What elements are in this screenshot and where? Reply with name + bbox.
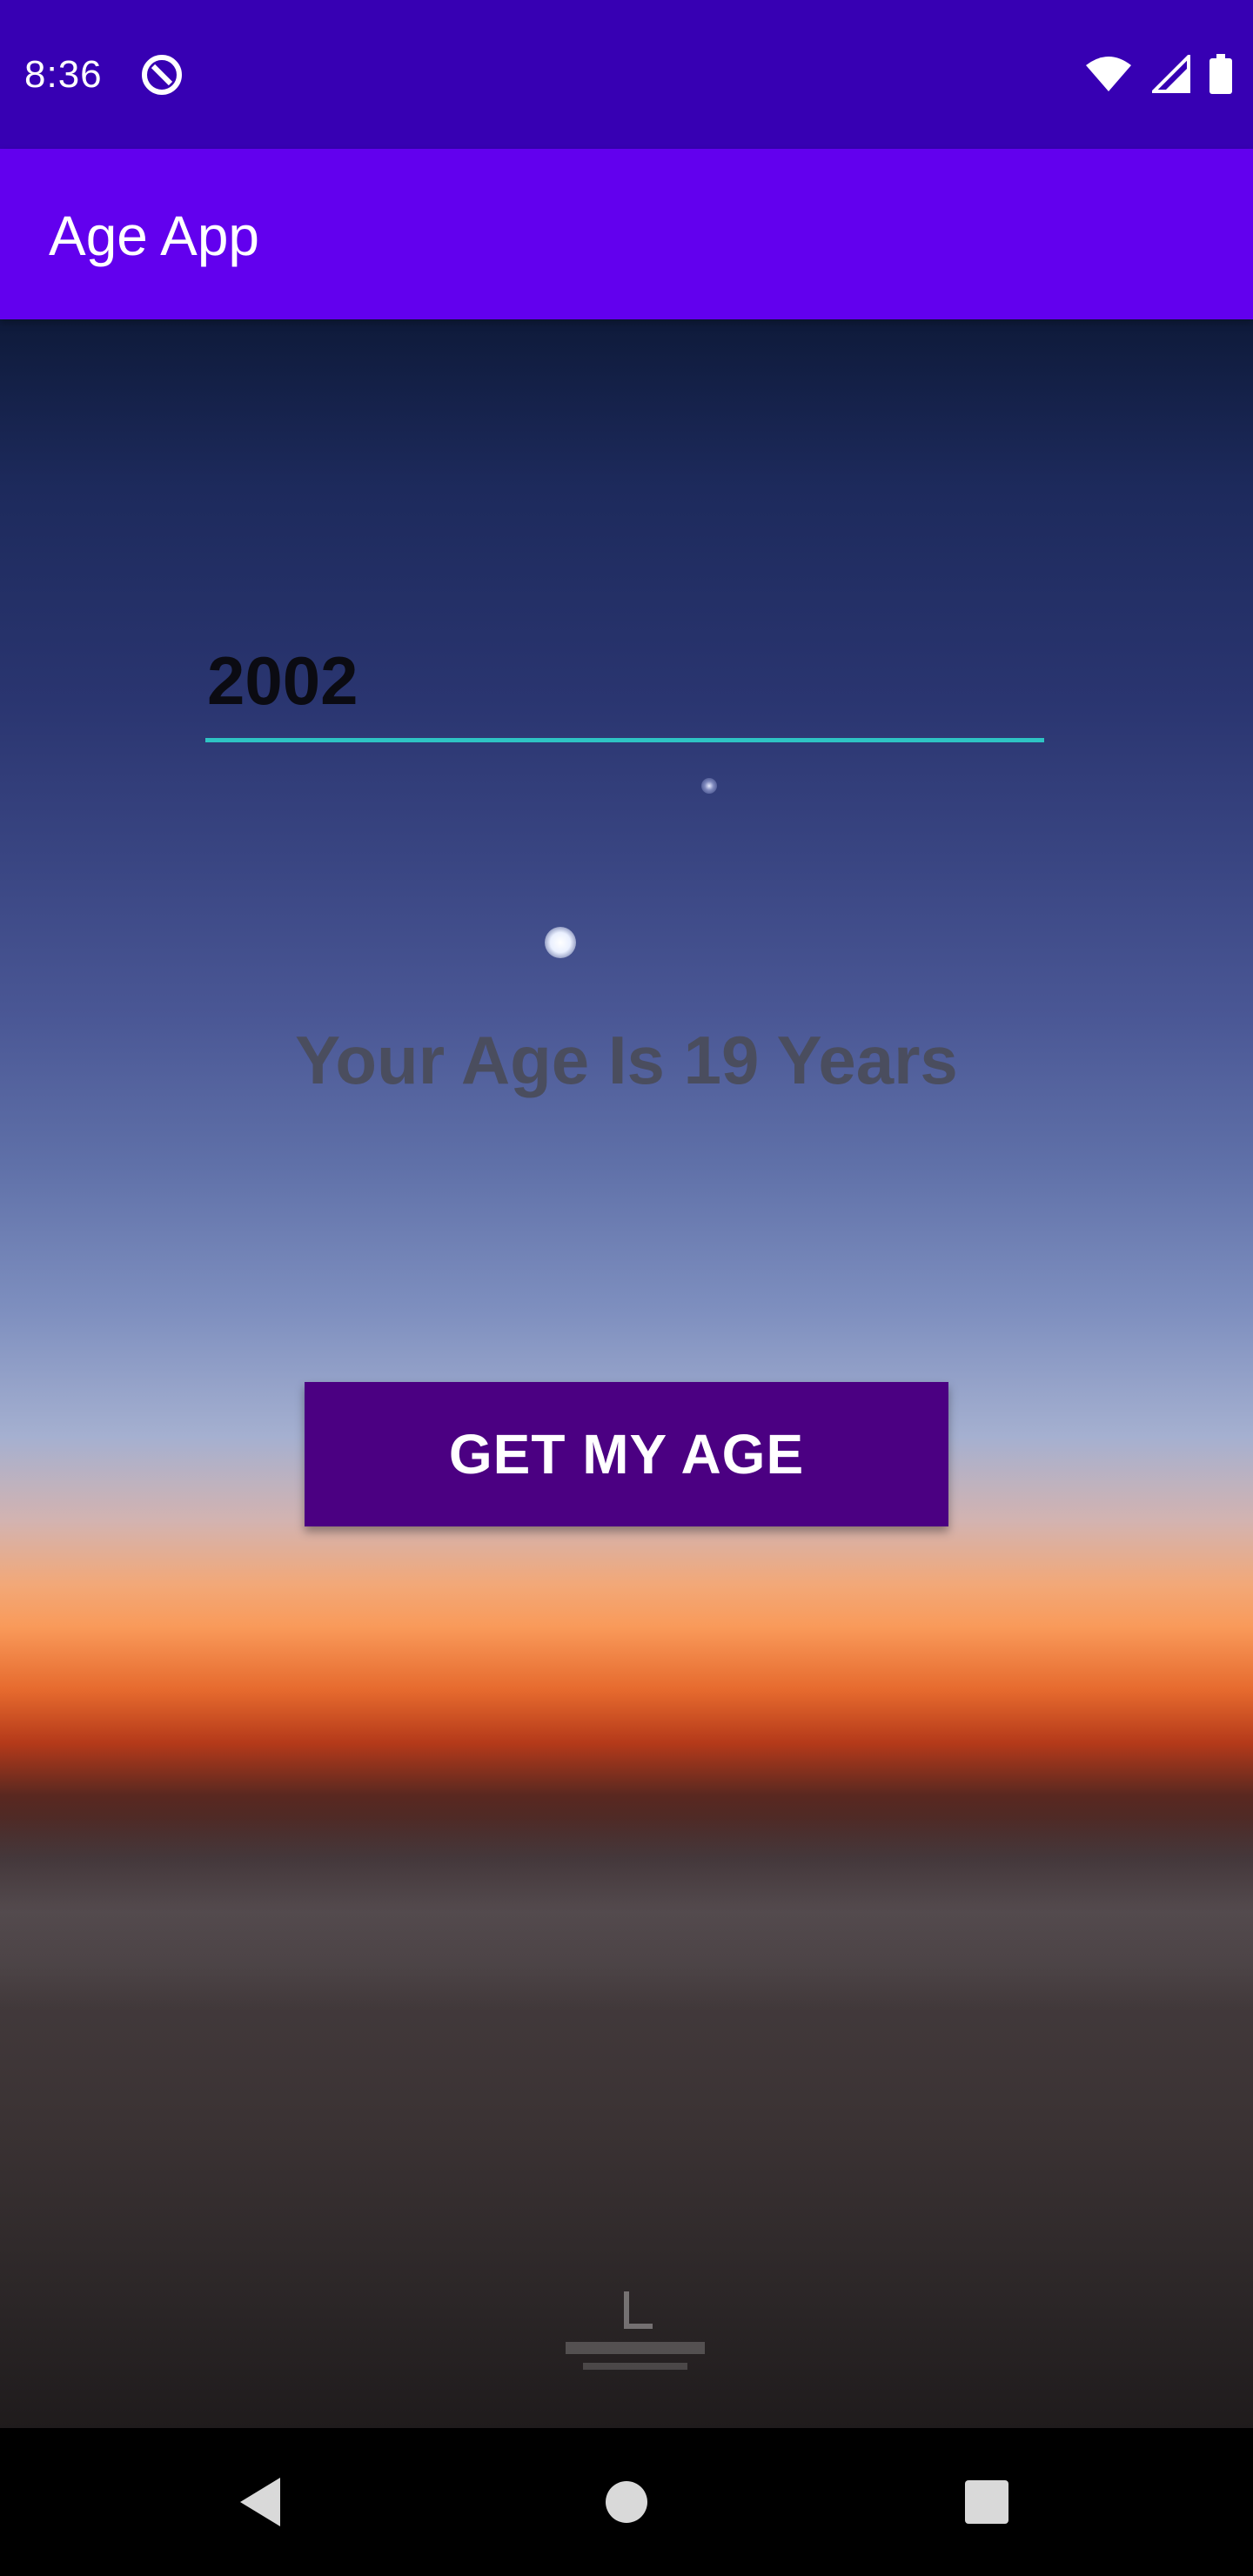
moon	[545, 927, 576, 958]
app-title: Age App	[49, 205, 259, 267]
get-my-age-button[interactable]: GET MY AGE	[305, 1382, 948, 1526]
age-result-text: Your Age Is 19 Years	[295, 1022, 958, 1098]
watermark-logo	[566, 2291, 705, 2370]
wifi-icon	[1084, 55, 1133, 97]
year-field	[205, 633, 1044, 746]
status-time: 8:36	[24, 53, 103, 96]
status-icons	[1084, 52, 1232, 97]
navigation-bar	[0, 2428, 1253, 2576]
screen: 8:36 Age App 2002 Your Age Is 19 Years G…	[0, 0, 1253, 2576]
app-bar: Age App	[0, 149, 1253, 319]
horizon-haze	[0, 1816, 1253, 2008]
battery-icon	[1209, 54, 1232, 97]
back-icon[interactable]	[218, 2459, 305, 2546]
star	[701, 778, 717, 794]
year-input[interactable]	[207, 633, 1042, 728]
signal-icon	[1149, 52, 1190, 97]
status-bar: 8:36	[0, 0, 1253, 149]
home-icon[interactable]	[583, 2459, 670, 2546]
recents-icon[interactable]	[943, 2459, 1030, 2546]
year-input-underline	[205, 738, 1044, 742]
app-notification-icon	[139, 52, 184, 97]
